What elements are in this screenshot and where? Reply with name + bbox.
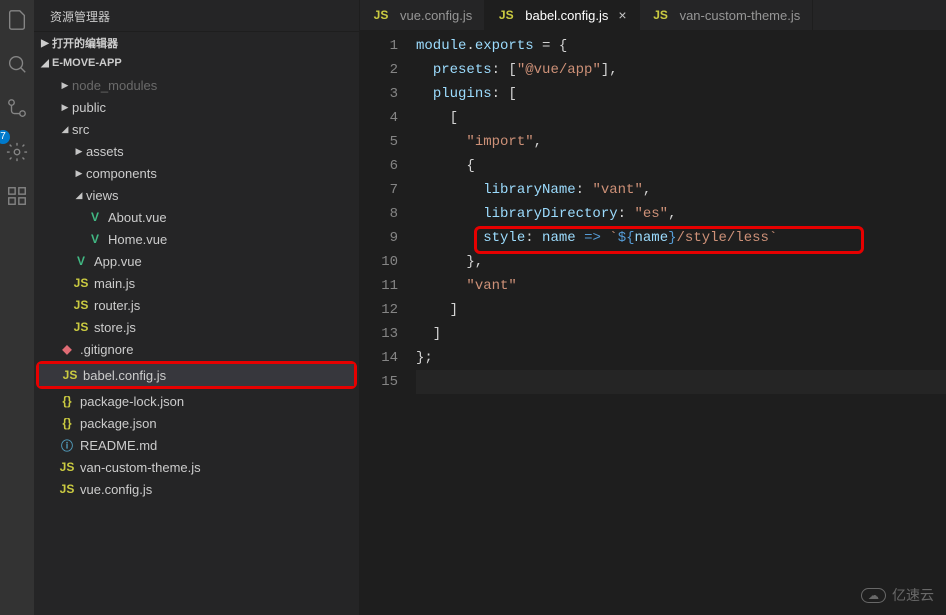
files-icon[interactable] [5, 8, 29, 32]
tree-file-van-theme[interactable]: JSvan-custom-theme.js [34, 456, 359, 478]
source-control-icon[interactable] [5, 96, 29, 120]
tree-folder-components[interactable]: ▶components [34, 162, 359, 184]
tab-label: vue.config.js [400, 8, 472, 23]
tree-folder-public[interactable]: ▶public [34, 96, 359, 118]
debug-icon[interactable] [5, 140, 29, 164]
js-icon: JS [58, 482, 76, 496]
tab-label: babel.config.js [525, 8, 608, 23]
tree-file-pkg[interactable]: {}package.json [34, 412, 359, 434]
vue-icon: V [86, 210, 104, 224]
code-content[interactable]: module.exports = { presets: ["@vue/app"]… [416, 34, 946, 615]
tree-file-store[interactable]: JSstore.js [34, 316, 359, 338]
tree-file-home[interactable]: VHome.vue [34, 228, 359, 250]
cloud-icon: ☁ [861, 588, 886, 603]
close-icon[interactable]: × [618, 7, 626, 23]
tree-folder-src[interactable]: ◢src [34, 118, 359, 140]
js-icon: JS [72, 298, 90, 312]
tree-file-readme[interactable]: ⓘREADME.md [34, 434, 359, 456]
info-icon: ⓘ [58, 437, 76, 454]
section-label: 打开的编辑器 [52, 35, 118, 51]
tree-folder-views[interactable]: ◢views [34, 184, 359, 206]
watermark: ☁ 亿速云 [861, 585, 934, 605]
sidebar-title: 资源管理器 [34, 0, 359, 32]
js-icon: JS [72, 276, 90, 290]
tree-file-app[interactable]: VApp.vue [34, 250, 359, 272]
tree-file-router[interactable]: JSrouter.js [34, 294, 359, 316]
json-icon: {} [58, 394, 76, 408]
tab-label: van-custom-theme.js [680, 8, 801, 23]
explorer-sidebar: 资源管理器 ▶ 打开的编辑器 ◢ E-MOVE-APP ▶node_module… [34, 0, 360, 615]
tab-van-theme[interactable]: JS van-custom-theme.js [640, 0, 814, 30]
activity-bar: 7 [0, 0, 34, 615]
js-icon: JS [497, 8, 515, 22]
js-icon: JS [61, 368, 79, 382]
tab-vue-config[interactable]: JS vue.config.js [360, 0, 485, 30]
file-tree: ▶node_modules ▶public ◢src ▶assets ▶comp… [34, 72, 359, 615]
tree-file-babel-config[interactable]: JSbabel.config.js [39, 364, 354, 386]
line-gutter: 123 456 789 101112 131415 [360, 34, 416, 615]
js-icon: JS [652, 8, 670, 22]
chevron-right-icon: ▶ [38, 38, 52, 49]
code-editor[interactable]: 123 456 789 101112 131415 module.exports… [360, 30, 946, 615]
vue-icon: V [72, 254, 90, 268]
editor-group: JS vue.config.js JS babel.config.js × JS van… [360, 0, 946, 615]
js-icon: JS [58, 460, 76, 474]
section-label: E-MOVE-APP [52, 57, 122, 69]
tree-file-gitignore[interactable]: ◆.gitignore [34, 338, 359, 360]
tree-file-pkg-lock[interactable]: {}package-lock.json [34, 390, 359, 412]
section-project[interactable]: ◢ E-MOVE-APP [34, 54, 359, 72]
highlight-box-file: JSbabel.config.js [36, 361, 357, 389]
tree-file-vue-config[interactable]: JSvue.config.js [34, 478, 359, 500]
chevron-down-icon: ◢ [38, 58, 52, 69]
tree-folder-node-modules[interactable]: ▶node_modules [34, 74, 359, 96]
vue-icon: V [86, 232, 104, 246]
tab-babel-config[interactable]: JS babel.config.js × [485, 0, 639, 30]
editor-tabs: JS vue.config.js JS babel.config.js × JS van… [360, 0, 946, 30]
search-icon[interactable] [5, 52, 29, 76]
tree-folder-assets[interactable]: ▶assets [34, 140, 359, 162]
git-icon: ◆ [58, 342, 76, 356]
js-icon: JS [72, 320, 90, 334]
section-open-editors[interactable]: ▶ 打开的编辑器 [34, 32, 359, 54]
extensions-icon[interactable] [5, 184, 29, 208]
tree-file-about[interactable]: VAbout.vue [34, 206, 359, 228]
js-icon: JS [372, 8, 390, 22]
json-icon: {} [58, 416, 76, 430]
tree-file-main[interactable]: JSmain.js [34, 272, 359, 294]
watermark-text: 亿速云 [892, 585, 934, 605]
